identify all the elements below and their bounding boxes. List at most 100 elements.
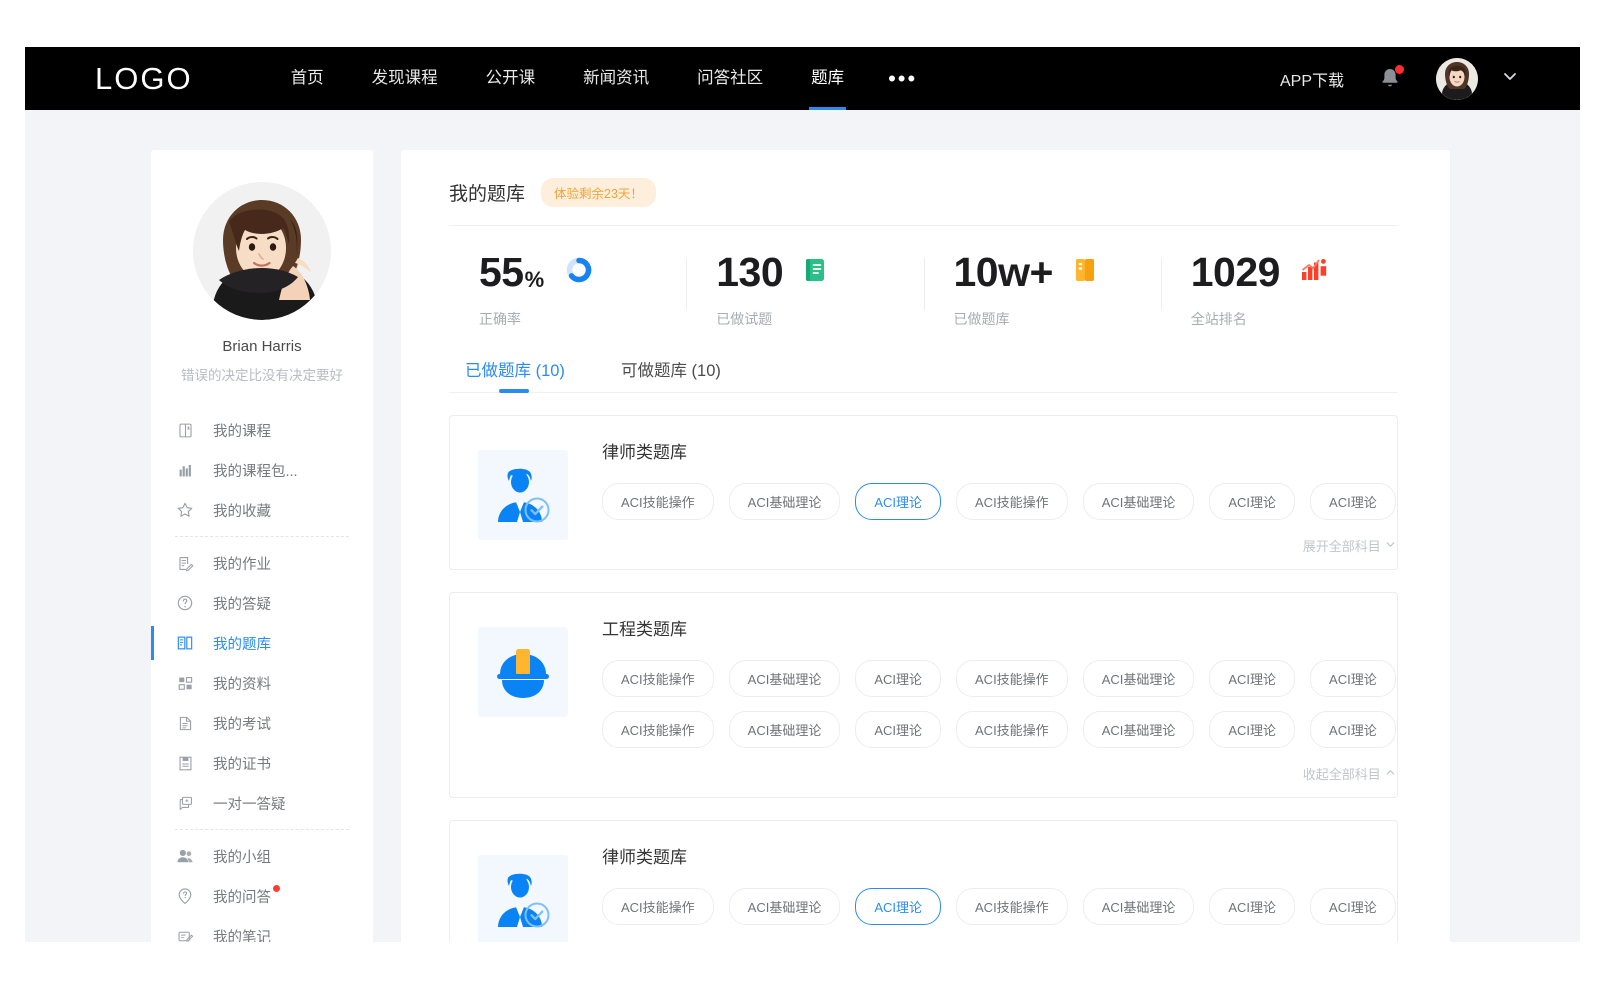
subject-tag[interactable]: ACI基础理论	[1083, 888, 1195, 925]
subject-tag[interactable]: ACI技能操作	[602, 888, 714, 925]
question-bank-card-list: 律师类题库ACI技能操作ACI基础理论ACI理论ACI技能操作ACI基础理论AC…	[449, 415, 1398, 942]
subject-tag[interactable]: ACI基础理论	[729, 660, 841, 697]
subject-tag[interactable]: ACI理论	[1310, 711, 1396, 748]
subject-tag[interactable]: ACI理论	[1310, 483, 1396, 520]
site-logo[interactable]: LOGO	[95, 61, 193, 97]
note-pen-icon	[173, 928, 197, 943]
toggle-all-subjects[interactable]: 收起全部科目	[602, 762, 1396, 783]
account-dropdown-toggle[interactable]	[1500, 66, 1520, 91]
nav-item-2[interactable]: 公开课	[462, 47, 560, 110]
subject-tag[interactable]: ACI技能操作	[602, 483, 714, 520]
tab-0[interactable]: 已做题库 (10)	[465, 357, 565, 393]
bars-icon	[173, 462, 197, 479]
main-header: 我的题库 体验剩余23天！	[449, 178, 1398, 226]
sidebar-item-14[interactable]: 我的笔记	[173, 916, 351, 942]
main-nav: 首页发现课程公开课新闻资讯问答社区题库	[267, 47, 869, 110]
sidebar-item-0[interactable]: 我的课程	[173, 410, 351, 450]
subject-tag[interactable]: ACI基础理论	[1083, 483, 1195, 520]
sidebar-item-1[interactable]: 我的课程包...	[173, 450, 351, 490]
book-icon	[173, 422, 197, 439]
sidebar-item-label: 我的笔记	[213, 926, 271, 943]
profile-sidebar: Brian Harris 错误的决定比没有决定要好 我的课程我的课程包...我的…	[151, 150, 373, 942]
subject-tag[interactable]: ACI理论	[1209, 711, 1295, 748]
subject-tag[interactable]: ACI技能操作	[956, 660, 1068, 697]
subject-tag-row: ACI技能操作 ACI基础理论 ACI理论 ACI技能操作 ACI基础理论 ACI理论 AC…	[602, 660, 1396, 697]
nav-item-0[interactable]: 首页	[267, 47, 348, 110]
subject-tag[interactable]: ACI技能操作	[956, 711, 1068, 748]
subject-tag-row: ACI技能操作 ACI基础理论 ACI理论 ACI技能操作 ACI基础理论 ACI理论 AC…	[602, 483, 1396, 520]
sidebar-item-label: 我的收藏	[213, 500, 271, 521]
stat-2: 10w+已做题库	[924, 252, 1161, 329]
subject-tag[interactable]: ACI技能操作	[956, 483, 1068, 520]
page-title: 我的题库	[449, 179, 525, 206]
stat-label: 已做题库	[954, 309, 1161, 329]
stat-0: 55%正确率	[449, 252, 686, 329]
subject-tag[interactable]: ACI基础理论	[1083, 660, 1195, 697]
nav-item-1[interactable]: 发现课程	[348, 47, 462, 110]
nav-item-4[interactable]: 问答社区	[673, 47, 787, 110]
sidebar-item-7[interactable]: 我的资料	[173, 663, 351, 703]
qa-pin-icon	[173, 887, 197, 905]
sidebar-item-2[interactable]: 我的收藏	[173, 490, 351, 530]
subject-tag[interactable]: ACI理论	[1209, 660, 1295, 697]
user-avatar	[1436, 58, 1478, 100]
sidebar-item-9[interactable]: 我的证书	[173, 743, 351, 783]
sidebar-item-8[interactable]: 我的考试	[173, 703, 351, 743]
app-page: LOGO 首页发现课程公开课新闻资讯问答社区题库 ••• APP下载	[25, 47, 1580, 942]
sidebar-item-label: 我的作业	[213, 553, 271, 574]
subject-tag[interactable]: ACI理论	[1310, 660, 1396, 697]
chevron-down-icon	[1385, 538, 1396, 553]
question-bank-card[interactable]: 工程类题库ACI技能操作ACI基础理论ACI理论ACI技能操作ACI基础理论AC…	[449, 592, 1398, 798]
subject-tag[interactable]: ACI理论	[1310, 888, 1396, 925]
sidebar-item-label: 我的课程包...	[213, 460, 298, 481]
sidebar-item-13[interactable]: 我的问答	[173, 876, 351, 916]
question-bank-card[interactable]: 律师类题库ACI技能操作ACI基础理论ACI理论ACI技能操作ACI基础理论AC…	[449, 415, 1398, 570]
subject-tag[interactable]: ACI基础理论	[1083, 711, 1195, 748]
notification-badge-dot	[1395, 65, 1404, 74]
user-portrait	[193, 182, 331, 320]
nav-item-5[interactable]: 题库	[787, 47, 868, 110]
subject-tag-row: ACI技能操作 ACI基础理论 ACI理论 ACI技能操作 ACI基础理论 ACI理论 AC…	[602, 888, 1396, 925]
more-nav-icon[interactable]: •••	[868, 59, 937, 99]
sidebar-item-5[interactable]: 我的答疑	[173, 583, 351, 623]
subject-tag[interactable]: ACI理论	[855, 711, 941, 748]
card-body: 律师类题库ACI技能操作ACI基础理论ACI理论ACI技能操作ACI基础理论AC…	[602, 843, 1396, 942]
sidebar-item-label: 我的答疑	[213, 593, 271, 614]
sidebar-item-4[interactable]: 我的作业	[173, 543, 351, 583]
sidebar-item-label: 我的资料	[213, 673, 271, 694]
tab-1[interactable]: 可做题库 (10)	[621, 357, 721, 393]
stats-row: 55%正确率130已做试题10w+已做题库1029全站排名	[449, 226, 1398, 343]
subject-tag[interactable]: ACI理论	[1209, 483, 1295, 520]
chevron-up-icon	[1385, 766, 1396, 781]
tabs-divider	[449, 392, 1398, 393]
subject-tag[interactable]: ACI基础理论	[729, 483, 841, 520]
subject-tag[interactable]: ACI理论	[855, 660, 941, 697]
subject-tag[interactable]: ACI基础理论	[729, 711, 841, 748]
sidebar-item-12[interactable]: 我的小组	[173, 836, 351, 876]
question-bank-icon	[173, 634, 197, 652]
question-circle-icon	[173, 594, 197, 612]
unread-dot	[273, 885, 280, 892]
stat-1: 130已做试题	[686, 252, 923, 329]
sidebar-item-6[interactable]: 我的题库	[173, 623, 351, 663]
nav-item-3[interactable]: 新闻资讯	[559, 47, 673, 110]
app-download-link[interactable]: APP下载	[1280, 67, 1344, 91]
sidebar-item-10[interactable]: 一对一答疑	[173, 783, 351, 823]
subject-tag[interactable]: ACI理论	[855, 888, 941, 925]
question-bank-card[interactable]: 律师类题库ACI技能操作ACI基础理论ACI理论ACI技能操作ACI基础理论AC…	[449, 820, 1398, 942]
notification-bell-button[interactable]	[1378, 66, 1402, 92]
stat-value: 55	[479, 252, 524, 293]
subject-tag[interactable]: ACI基础理论	[729, 888, 841, 925]
card-body: 工程类题库ACI技能操作ACI基础理论ACI理论ACI技能操作ACI基础理论AC…	[602, 615, 1396, 783]
exam-doc-icon	[173, 715, 197, 732]
subject-tag[interactable]: ACI理论	[1209, 888, 1295, 925]
subject-tag[interactable]: ACI技能操作	[602, 711, 714, 748]
toggle-all-subjects[interactable]: 展开全部科目	[602, 534, 1396, 555]
sidebar-user-name: Brian Harris	[151, 338, 373, 355]
user-avatar-button[interactable]	[1436, 58, 1478, 100]
sidebar-item-label: 我的小组	[213, 846, 271, 867]
subject-tag[interactable]: ACI技能操作	[602, 660, 714, 697]
subject-tag[interactable]: ACI技能操作	[956, 888, 1068, 925]
subject-tag-row: ACI技能操作 ACI基础理论 ACI理论 ACI技能操作 ACI基础理论 ACI理论 AC…	[602, 711, 1396, 748]
subject-tag[interactable]: ACI理论	[855, 483, 941, 520]
